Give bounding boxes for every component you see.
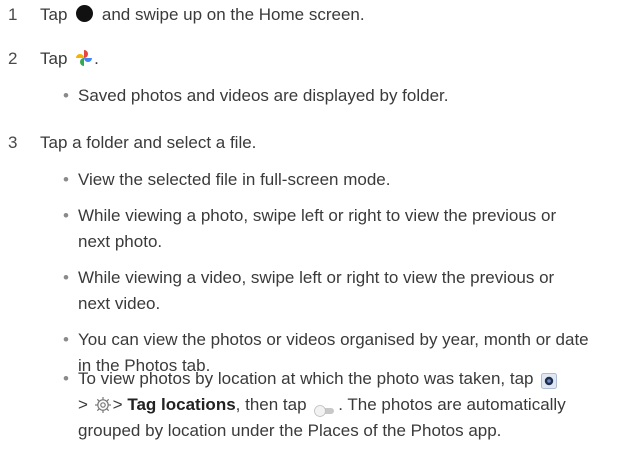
bullet-text: next video. [78,294,161,313]
camera-icon [541,370,558,389]
step-number: 2 [8,49,18,68]
bullet-marker: • [63,369,69,388]
step-text: Tap a folder and select a file. [40,133,257,152]
bullet-text: You can view the photos or videos organi… [78,330,589,349]
bullet-marker: • [63,330,69,349]
photos-pinwheel-icon [75,49,93,67]
bullet-text: While viewing a photo, swipe left or rig… [78,206,557,225]
step-text: Tap and swipe up on the Home screen. [40,5,365,24]
bullet-text: Saved photos and videos are displayed by… [78,86,449,105]
bullet-text: grouped by location under the Places of … [78,421,502,440]
settings-gear-icon [94,395,112,413]
bullet-marker: • [63,86,69,105]
toggle-switch-icon [314,398,336,417]
bullet-text: To view photos by location at which the … [78,365,644,393]
step-text: Tap . [40,49,99,68]
bullet-marker: • [63,206,69,225]
bullet-text: While viewing a video, swipe left or rig… [78,268,555,287]
instruction-document: 1 Tap and swipe up on the Home screen. 2… [0,0,644,449]
bullet-marker: • [63,170,69,189]
setting-name: Tag locations [127,395,236,414]
step-number: 1 [8,5,18,24]
bullet-text: View the selected file in full-screen mo… [78,170,391,189]
step-number: 3 [8,133,18,152]
bullet-marker: • [63,268,69,287]
bullet-text: next photo. [78,232,163,251]
bullet-text: > > Tag locations, then tap . The photos… [78,391,644,419]
home-button-icon [76,5,94,23]
